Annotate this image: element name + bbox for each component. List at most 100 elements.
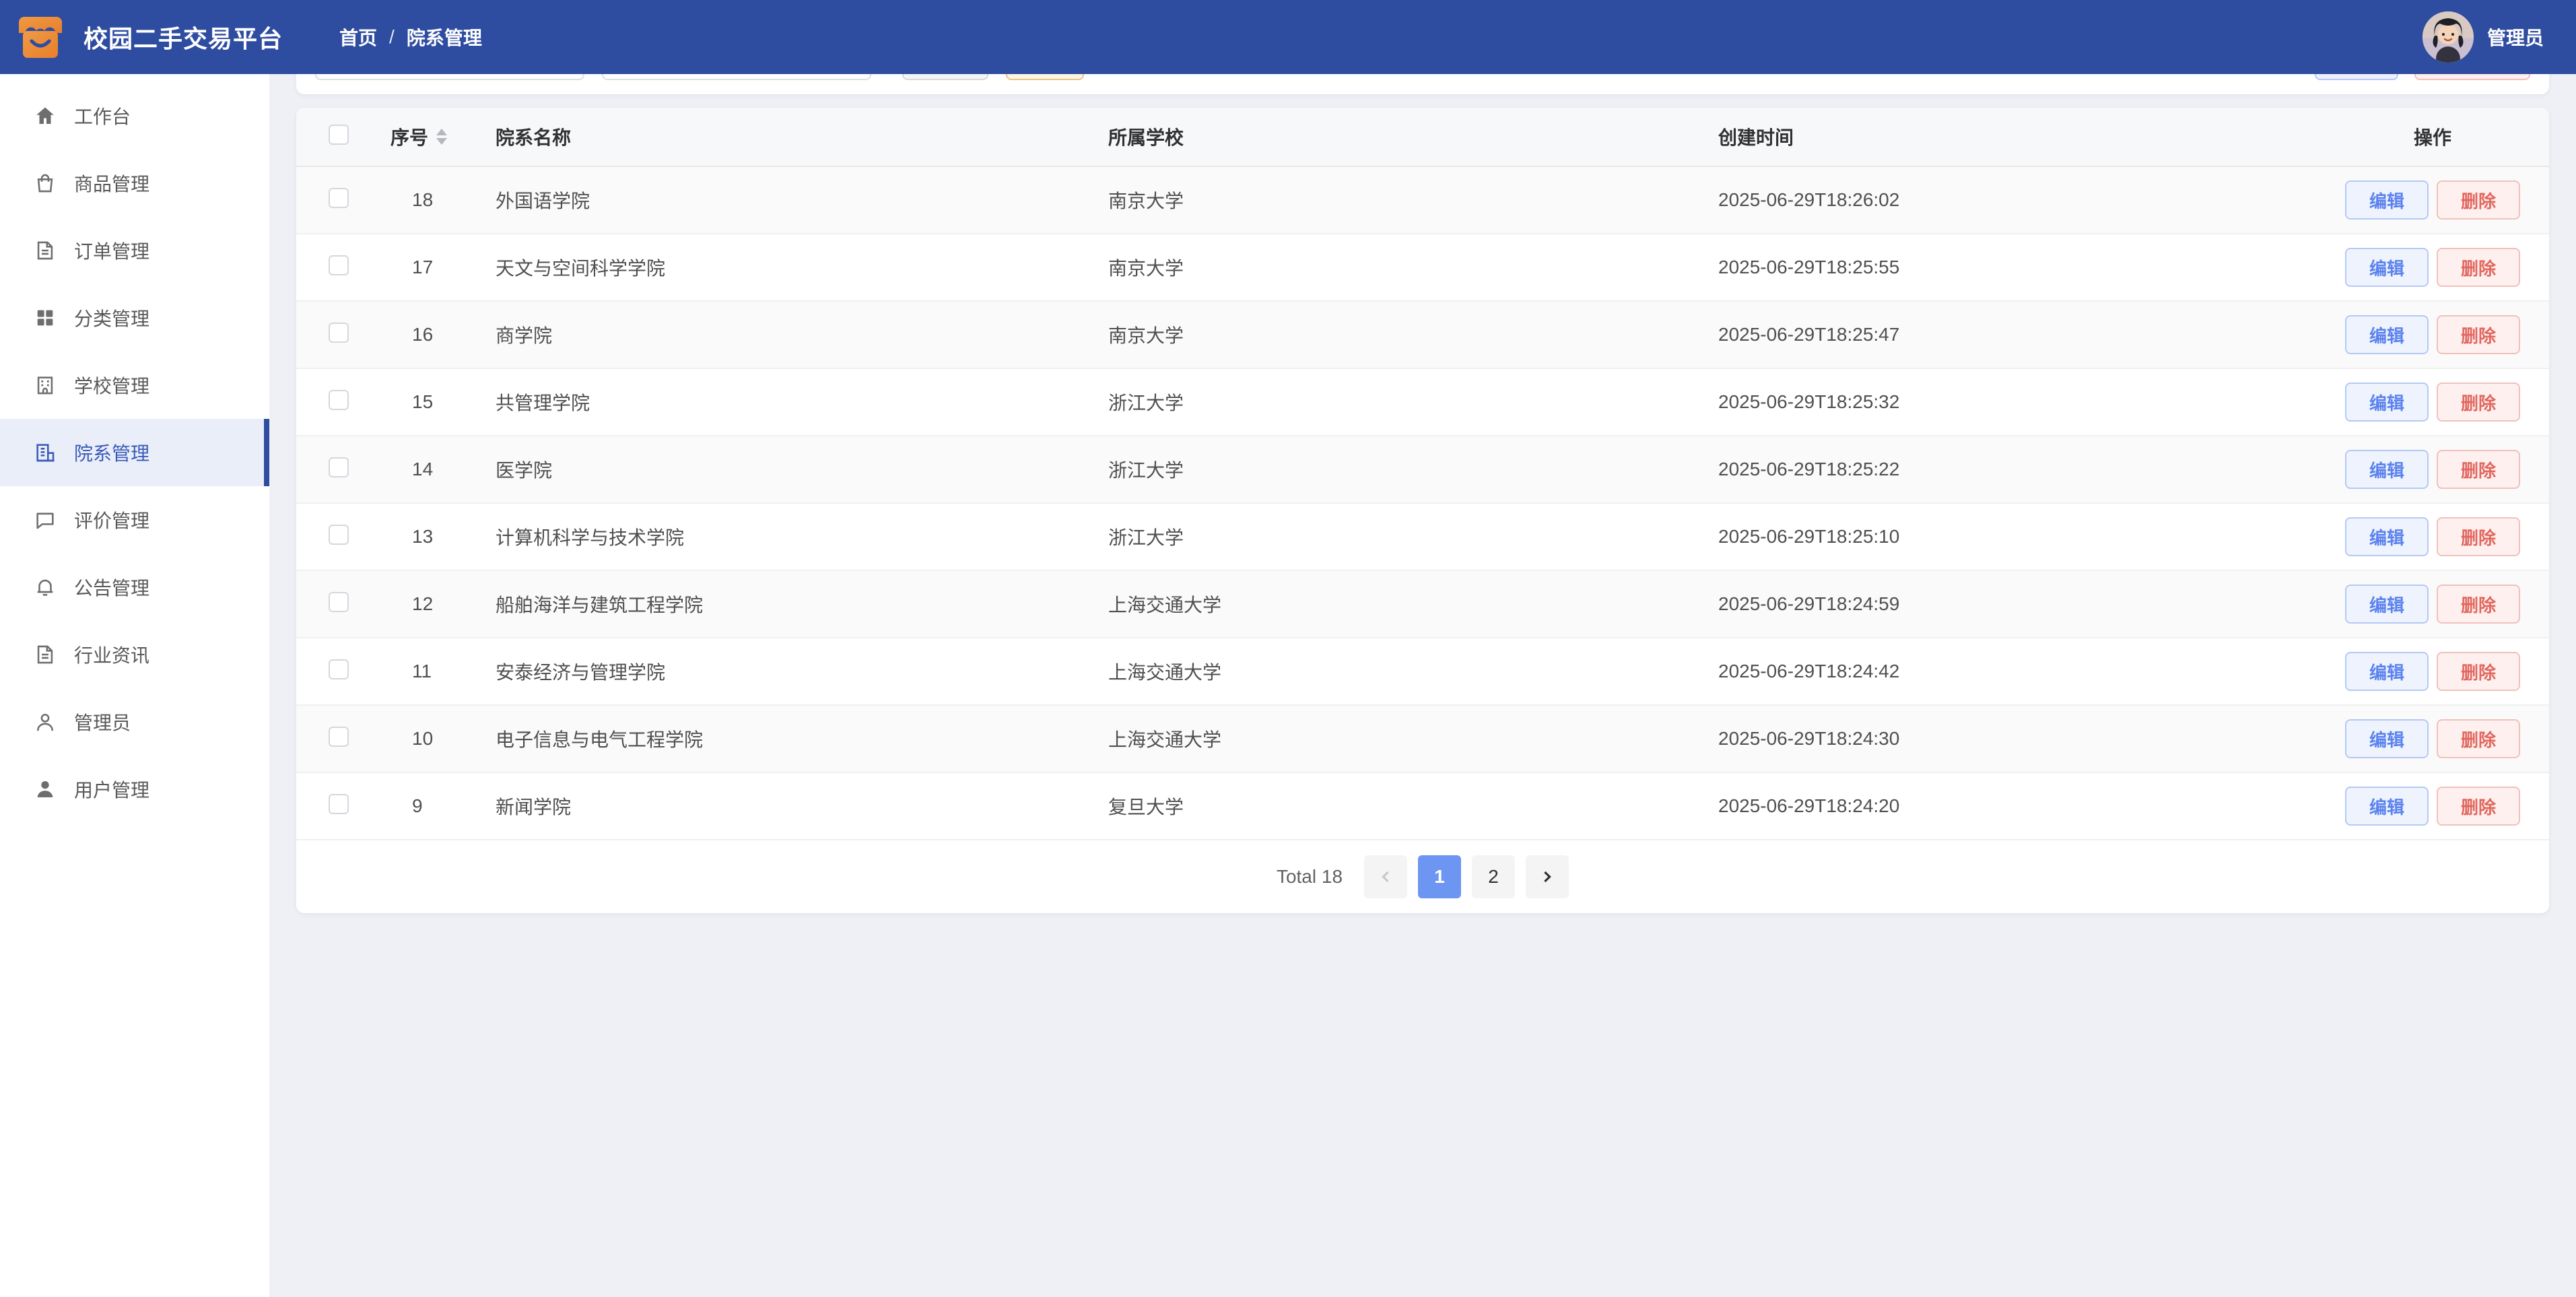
sort-icon[interactable] [436, 129, 447, 145]
delete-button[interactable]: 删除 [2437, 315, 2520, 354]
app-title: 校园二手交易平台 [83, 20, 283, 55]
next-page-button[interactable] [1526, 855, 1569, 898]
edit-button[interactable]: 编辑 [2345, 719, 2429, 758]
breadcrumb-home[interactable]: 首页 [339, 24, 377, 51]
sidebar-item-admins[interactable]: 管理员 [0, 688, 269, 756]
row-name: 船舶海洋与建筑工程学院 [496, 591, 1108, 618]
sidebar-item-label: 用户管理 [74, 776, 149, 803]
breadcrumb-current: 院系管理 [407, 24, 482, 51]
sidebar-item-label: 商品管理 [74, 170, 149, 197]
row-checkbox[interactable] [329, 323, 349, 343]
sidebar-item-workbench[interactable]: 工作台 [0, 82, 269, 149]
user-avatar[interactable] [2422, 11, 2474, 63]
main-content: 请选择学校 查询 重置 新增 批量删除 序号 院系名称 所属学校 创建时间 操作… [269, 0, 2576, 933]
table-row: 18 外国语学院 南京大学 2025-06-29T18:26:02 编辑 删除 [296, 167, 2549, 234]
edit-button[interactable]: 编辑 [2345, 180, 2429, 220]
sidebar-item-label: 订单管理 [74, 237, 149, 264]
user-name: 管理员 [2487, 24, 2544, 51]
row-school: 上海交通大学 [1108, 725, 1718, 752]
delete-button[interactable]: 删除 [2437, 787, 2520, 826]
row-created: 2025-06-29T18:24:59 [1718, 593, 2338, 615]
row-name: 安泰经济与管理学院 [496, 658, 1108, 685]
sidebar-item-label: 工作台 [74, 102, 131, 129]
delete-button[interactable]: 删除 [2437, 719, 2520, 758]
edit-button[interactable]: 编辑 [2345, 315, 2429, 354]
page-2-button[interactable]: 2 [1472, 855, 1515, 898]
sidebar-item-announcements[interactable]: 公告管理 [0, 554, 269, 621]
table-row: 10 电子信息与电气工程学院 上海交通大学 2025-06-29T18:24:3… [296, 706, 2549, 773]
row-name: 共管理学院 [496, 389, 1108, 415]
col-index: 序号 [391, 123, 428, 150]
row-index: 13 [391, 526, 496, 547]
sidebar-item-label: 公告管理 [74, 574, 149, 601]
row-name: 商学院 [496, 321, 1108, 348]
sidebar-item-orders[interactable]: 订单管理 [0, 217, 269, 284]
row-school: 上海交通大学 [1108, 658, 1718, 685]
row-checkbox[interactable] [329, 727, 349, 747]
row-checkbox[interactable] [329, 659, 349, 679]
breadcrumb: 首页 / 院系管理 [339, 24, 482, 51]
row-school: 浙江大学 [1108, 456, 1718, 483]
edit-button[interactable]: 编辑 [2345, 787, 2429, 826]
school-building-icon [34, 374, 57, 397]
edit-button[interactable]: 编辑 [2345, 517, 2429, 556]
row-name: 计算机科学与技术学院 [496, 523, 1108, 550]
sidebar-item-reviews[interactable]: 评价管理 [0, 486, 269, 554]
edit-button[interactable]: 编辑 [2345, 585, 2429, 624]
table-row: 12 船舶海洋与建筑工程学院 上海交通大学 2025-06-29T18:24:5… [296, 571, 2549, 638]
table-header-row: 序号 院系名称 所属学校 创建时间 操作 [296, 108, 2549, 167]
row-school: 复旦大学 [1108, 793, 1718, 820]
row-index: 16 [391, 324, 496, 345]
top-header: 校园二手交易平台 首页 / 院系管理 管理员 [0, 0, 2576, 74]
sidebar-item-products[interactable]: 商品管理 [0, 149, 269, 217]
delete-button[interactable]: 删除 [2437, 652, 2520, 691]
department-building-icon [34, 441, 57, 464]
edit-button[interactable]: 编辑 [2345, 383, 2429, 422]
select-all-checkbox[interactable] [329, 125, 349, 145]
breadcrumb-separator: / [389, 26, 395, 48]
delete-button[interactable]: 删除 [2437, 585, 2520, 624]
row-checkbox[interactable] [329, 188, 349, 208]
comment-icon [34, 508, 57, 531]
table-row: 11 安泰经济与管理学院 上海交通大学 2025-06-29T18:24:42 … [296, 638, 2549, 706]
sidebar-item-users[interactable]: 用户管理 [0, 756, 269, 823]
table-row: 13 计算机科学与技术学院 浙江大学 2025-06-29T18:25:10 编… [296, 504, 2549, 571]
row-checkbox[interactable] [329, 794, 349, 814]
delete-button[interactable]: 删除 [2437, 450, 2520, 489]
row-checkbox[interactable] [329, 457, 349, 477]
sidebar-item-categories[interactable]: 分类管理 [0, 284, 269, 352]
sidebar-item-label: 分类管理 [74, 304, 149, 331]
sidebar-item-label: 评价管理 [74, 506, 149, 533]
edit-button[interactable]: 编辑 [2345, 450, 2429, 489]
row-school: 上海交通大学 [1108, 591, 1718, 618]
delete-button[interactable]: 删除 [2437, 383, 2520, 422]
sidebar-item-industry-news[interactable]: 行业资讯 [0, 621, 269, 688]
bell-icon [34, 576, 57, 599]
row-created: 2025-06-29T18:25:47 [1718, 324, 2338, 345]
sidebar-item-schools[interactable]: 学校管理 [0, 352, 269, 419]
delete-button[interactable]: 删除 [2437, 180, 2520, 220]
row-checkbox[interactable] [329, 255, 349, 275]
row-created: 2025-06-29T18:24:30 [1718, 728, 2338, 750]
table-row: 15 共管理学院 浙江大学 2025-06-29T18:25:32 编辑 删除 [296, 369, 2549, 436]
delete-button[interactable]: 删除 [2437, 517, 2520, 556]
home-icon [34, 104, 57, 127]
pagination-total: Total 18 [1277, 866, 1343, 888]
page-1-button[interactable]: 1 [1418, 855, 1461, 898]
row-index: 18 [391, 189, 496, 211]
row-school: 南京大学 [1108, 187, 1718, 213]
table-row: 16 商学院 南京大学 2025-06-29T18:25:47 编辑 删除 [296, 302, 2549, 369]
row-checkbox[interactable] [329, 525, 349, 545]
prev-page-button[interactable] [1364, 855, 1407, 898]
row-created: 2025-06-29T18:26:02 [1718, 189, 2338, 211]
row-checkbox[interactable] [329, 390, 349, 410]
row-name: 外国语学院 [496, 187, 1108, 213]
row-checkbox[interactable] [329, 592, 349, 612]
delete-button[interactable]: 删除 [2437, 248, 2520, 287]
edit-button[interactable]: 编辑 [2345, 652, 2429, 691]
order-document-icon [34, 239, 57, 262]
table-row: 9 新闻学院 复旦大学 2025-06-29T18:24:20 编辑 删除 [296, 773, 2549, 840]
row-index: 15 [391, 391, 496, 413]
edit-button[interactable]: 编辑 [2345, 248, 2429, 287]
sidebar-item-departments[interactable]: 院系管理 [0, 419, 269, 486]
